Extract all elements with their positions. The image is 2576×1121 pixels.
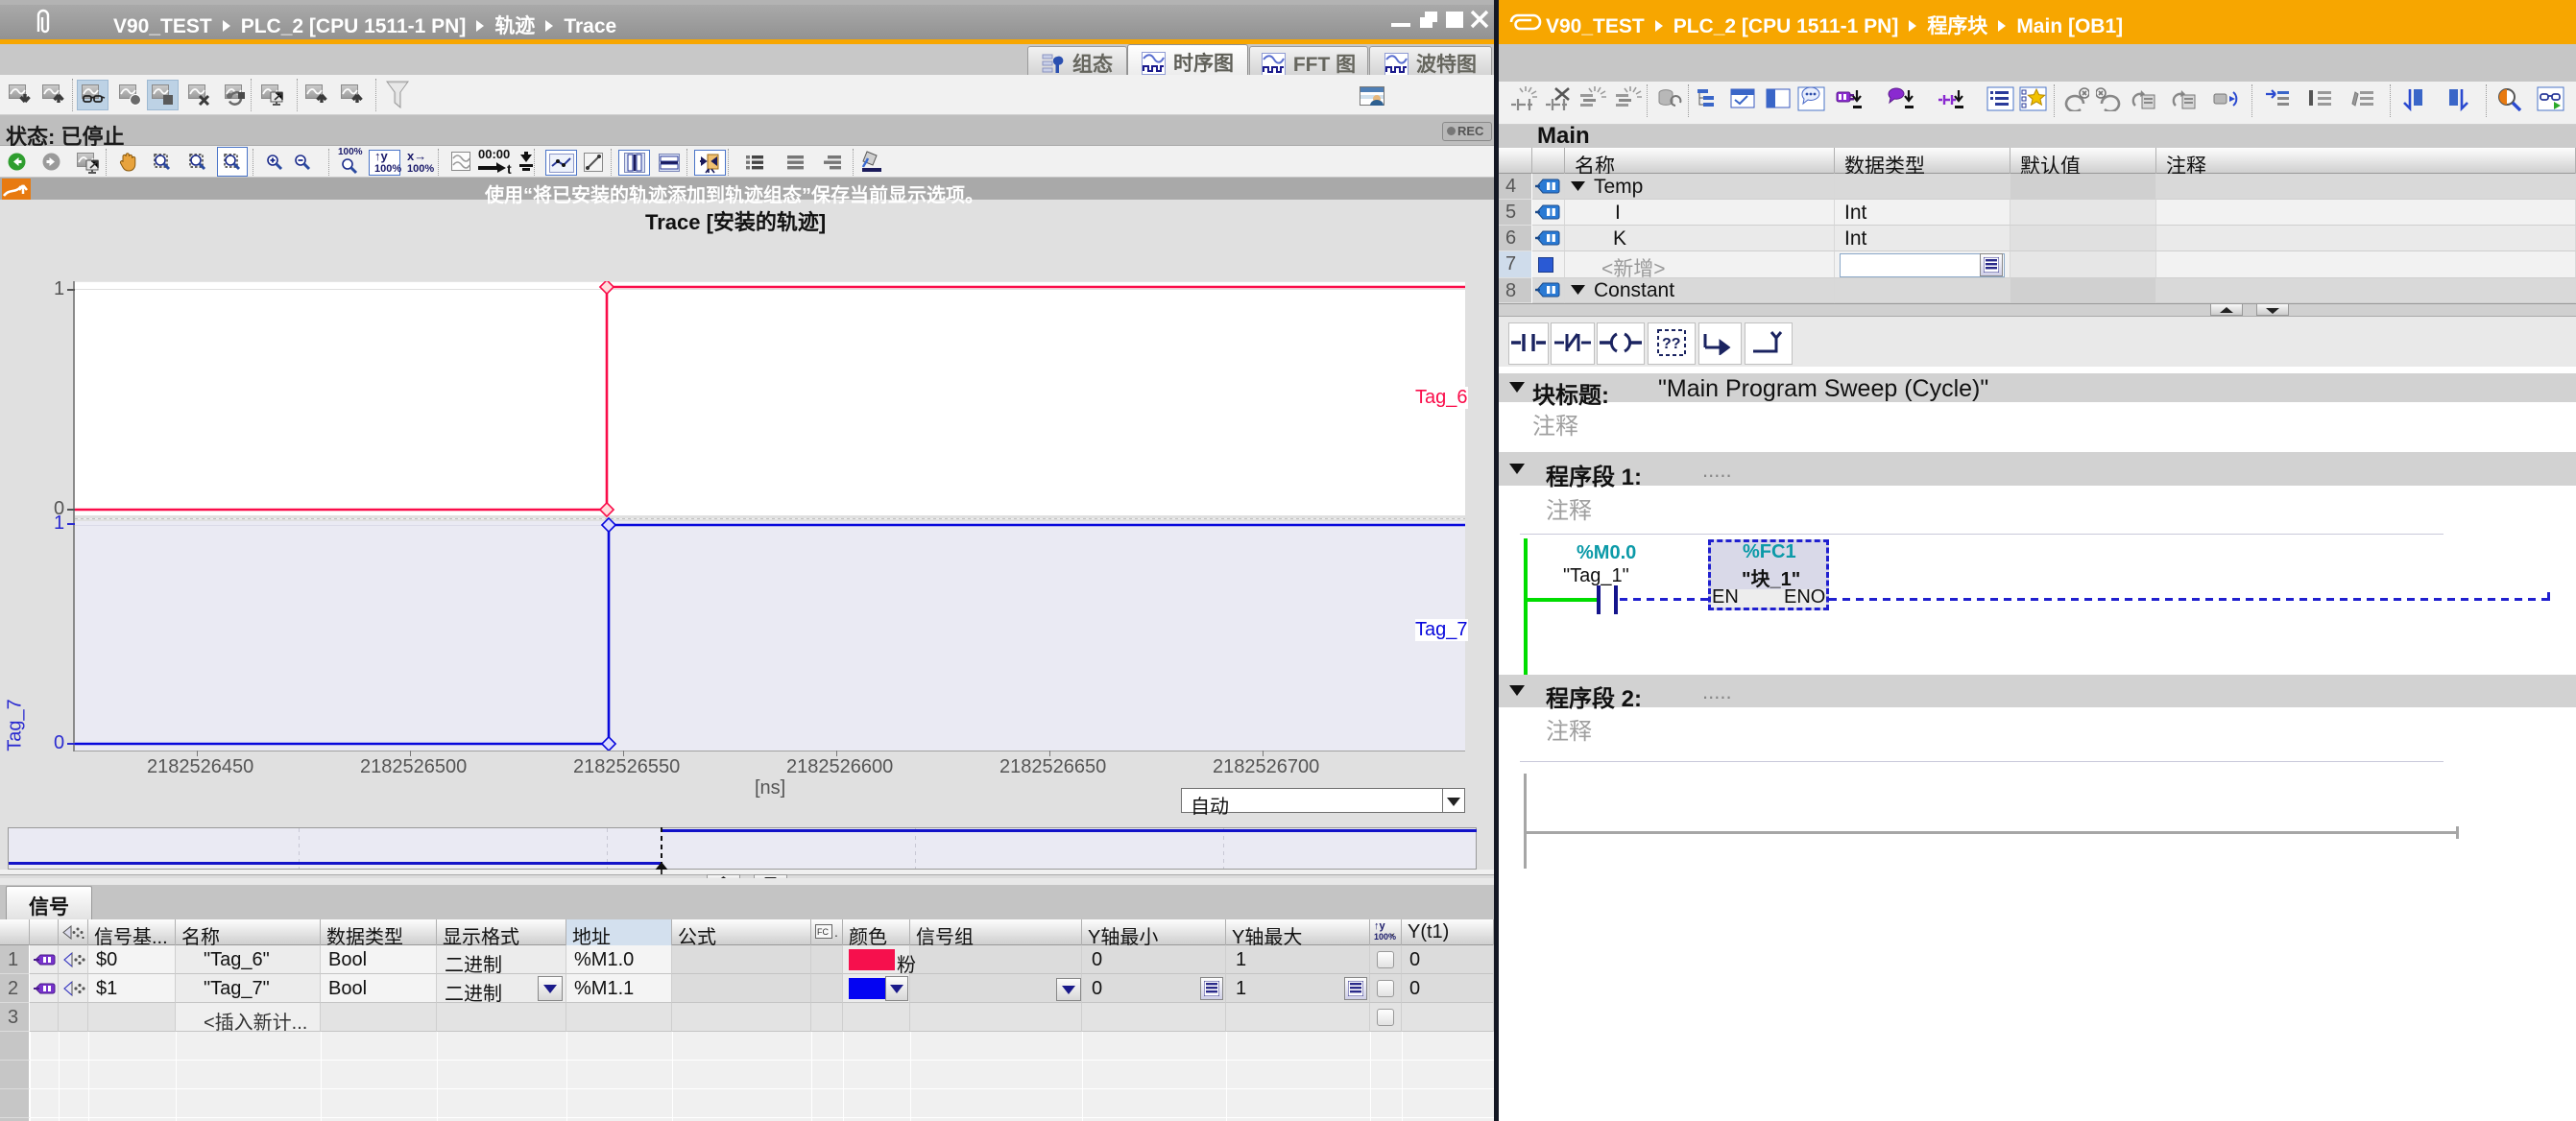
svg-text:FC: FC bbox=[817, 927, 829, 937]
svg-text:??: ?? bbox=[1662, 336, 1681, 352]
svg-text:.: . bbox=[834, 924, 838, 940]
svg-text:t: t bbox=[507, 161, 512, 175]
